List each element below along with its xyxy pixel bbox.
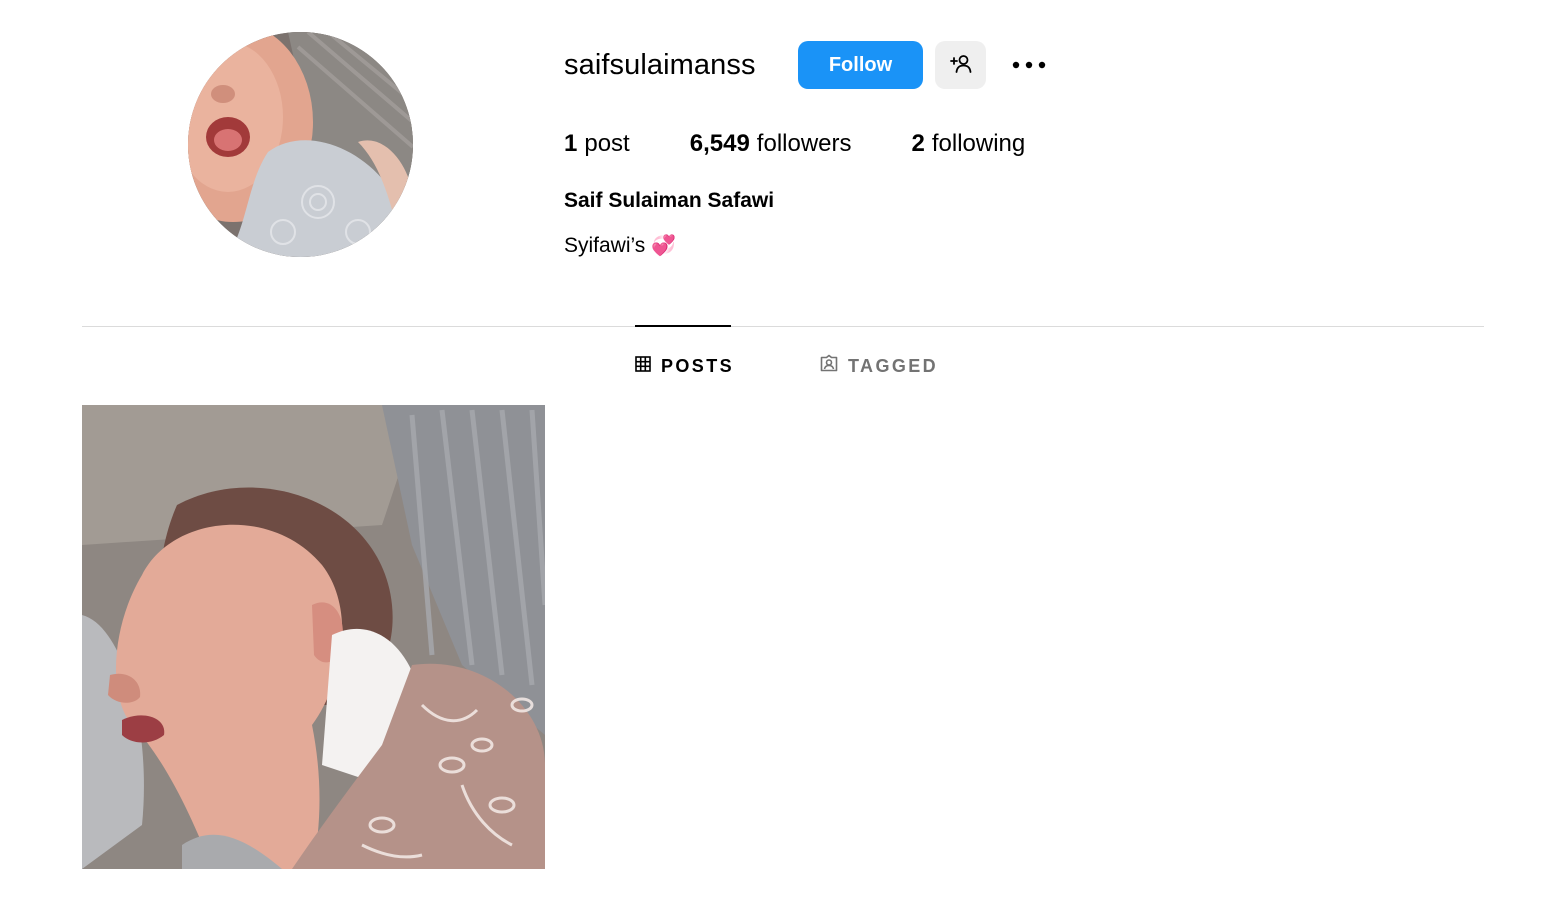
tab-tagged-label: TAGGED	[848, 356, 939, 376]
profile-full-name: Saif Sulaiman Safawi	[564, 189, 775, 212]
suggest-similar-button[interactable]	[935, 41, 986, 89]
grid-icon	[635, 354, 651, 378]
two-hearts-emoji: 💞	[651, 235, 677, 257]
profile-avatar[interactable]	[188, 32, 413, 257]
followers-count-label: followers	[756, 130, 852, 157]
profile-username: saifsulaimanss	[564, 49, 756, 81]
followers-count-value: 6,549	[689, 130, 750, 157]
profile-stats: 1 post 6,549 followers 2 following	[564, 128, 1025, 160]
add-user-icon	[949, 52, 973, 79]
posts-count: 1 post	[564, 128, 630, 160]
active-tab-indicator	[635, 325, 731, 327]
tabs-divider	[82, 326, 1484, 327]
more-options-button[interactable]	[1008, 48, 1050, 82]
followers-link[interactable]: 6,549 followers	[690, 128, 852, 160]
bio-text: Syifawi’s	[564, 234, 646, 257]
more-options-icon	[1012, 56, 1046, 74]
tab-posts[interactable]: POSTS	[635, 354, 734, 378]
avatar-photo	[188, 32, 413, 257]
tab-tagged[interactable]: TAGGED	[820, 354, 938, 378]
tab-posts-label: POSTS	[661, 356, 735, 376]
posts-count-value: 1	[564, 130, 578, 157]
following-count-value: 2	[911, 130, 925, 157]
tagged-icon	[820, 354, 838, 378]
sleeping-newborn-photo	[82, 405, 545, 869]
follow-button[interactable]: Follow	[798, 41, 923, 89]
posts-count-label: post	[584, 130, 630, 157]
following-count-label: following	[931, 130, 1026, 157]
profile-bio: Syifawi’s 💞	[564, 232, 676, 260]
post-thumbnail[interactable]	[82, 405, 545, 869]
following-link[interactable]: 2 following	[912, 128, 1026, 160]
